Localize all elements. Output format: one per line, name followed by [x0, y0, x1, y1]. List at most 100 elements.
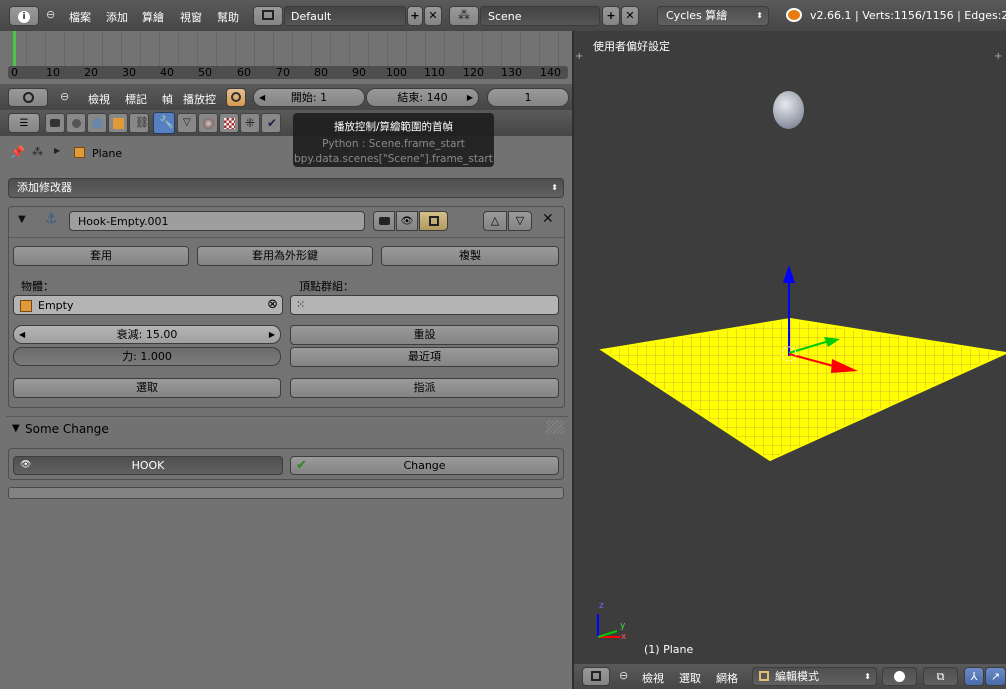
render-engine-selector[interactable]: Cycles 算繪 ⬍: [657, 6, 769, 26]
tab-render-layers[interactable]: [66, 113, 86, 133]
tab-scene[interactable]: [87, 113, 107, 133]
menu-add[interactable]: 添加: [106, 9, 128, 25]
move-down-button[interactable]: ▽: [508, 211, 532, 231]
scene-icon-button[interactable]: ⁂: [449, 6, 479, 26]
vertex-group-field[interactable]: ⁙: [290, 295, 559, 315]
tab-data[interactable]: ▽: [177, 113, 197, 133]
arrow-right-icon: ▶: [268, 330, 275, 339]
clear-icon[interactable]: ⊗: [267, 297, 278, 312]
timeline-menu-playback[interactable]: 播放控: [183, 91, 216, 107]
pivot-selector[interactable]: ⧉: [923, 667, 958, 686]
tab-particles[interactable]: ⁜: [240, 113, 260, 133]
3d-viewport[interactable]: 使用者偏好設定 + + z y x (1) Plane: [574, 31, 1006, 664]
properties-editor-type-button[interactable]: ☰: [8, 113, 40, 133]
layout-selector[interactable]: Default: [284, 6, 406, 26]
pin-icon[interactable]: 📌: [10, 145, 25, 159]
mode-selector[interactable]: 編輯模式 ⬍: [752, 667, 877, 686]
reset-button[interactable]: 重設: [290, 325, 559, 345]
tab-constraints[interactable]: ⛓: [129, 113, 149, 133]
add-scene-button[interactable]: +: [602, 6, 620, 26]
checkmark-icon: ✔: [296, 458, 307, 473]
panel-drag-handle[interactable]: [546, 420, 564, 434]
hook-button[interactable]: 👁 HOOK: [13, 456, 283, 475]
tab-physics[interactable]: ✔: [261, 113, 281, 133]
falloff-field[interactable]: ◀ 衰減: 15.00 ▶: [13, 325, 281, 344]
timeline-menu-view[interactable]: 檢視: [88, 91, 110, 107]
cube-icon: [74, 147, 85, 158]
apply-as-shape-button[interactable]: 套用為外形鍵: [197, 246, 373, 266]
apply-button[interactable]: 套用: [13, 246, 189, 266]
select-button[interactable]: 選取: [13, 378, 281, 398]
close-icon[interactable]: ✕: [542, 211, 554, 227]
current-frame-field[interactable]: 1: [487, 88, 569, 107]
render-toggle-button[interactable]: [373, 211, 395, 231]
menu-render[interactable]: 算繪: [142, 9, 164, 25]
delete-scene-button[interactable]: ✕: [621, 6, 639, 26]
timeline-grid: [8, 31, 568, 66]
translate-manipulator-button[interactable]: ↗: [985, 667, 1006, 686]
add-modifier-dropdown[interactable]: 添加修改器 ⬍: [8, 178, 564, 198]
menu-help[interactable]: 幫助: [217, 9, 239, 25]
viewport-toggle-button[interactable]: 👁: [396, 211, 418, 231]
tab-material[interactable]: [198, 113, 218, 133]
mesh-plane[interactable]: [574, 31, 1006, 664]
tick-label: 0: [11, 66, 18, 79]
collapse-menu-icon[interactable]: ⊖: [619, 669, 628, 682]
tab-render[interactable]: [45, 113, 65, 133]
change-button[interactable]: ✔ Change: [290, 456, 559, 475]
viewport-menu-mesh[interactable]: 網格: [716, 670, 738, 686]
move-up-button[interactable]: △: [483, 211, 507, 231]
viewport-editor-type-button[interactable]: [582, 667, 610, 686]
force-slider[interactable]: 力: 1.000: [13, 347, 281, 366]
tooltip-title: 播放控制/算繪範圍的首幀: [333, 121, 454, 133]
start-frame-field[interactable]: ◀ 開始: 1: [253, 88, 365, 107]
some-change-box: 👁 HOOK ✔ Change: [8, 448, 564, 480]
delete-layout-button[interactable]: ✕: [424, 6, 442, 26]
mesh-plane-faces[interactable]: [599, 317, 1006, 462]
object-field[interactable]: Empty ⊗: [13, 295, 283, 315]
tick-label: 70: [276, 66, 290, 79]
assign-button[interactable]: 指派: [290, 378, 559, 398]
editor-type-button[interactable]: i: [9, 6, 39, 26]
timeline-menu-frame[interactable]: 幀: [162, 91, 173, 107]
add-layout-button[interactable]: +: [407, 6, 423, 26]
layout-icon-button[interactable]: [253, 6, 283, 26]
copy-button[interactable]: 複製: [381, 246, 559, 266]
scene-selector[interactable]: Scene: [480, 6, 600, 26]
timeline-menu-marker[interactable]: 標記: [125, 91, 147, 107]
editmode-toggle-button[interactable]: [419, 211, 448, 231]
view-axis-y-label: y: [620, 621, 626, 631]
panel-divider: [6, 416, 568, 417]
viewport-menu-select[interactable]: 選取: [679, 670, 701, 686]
camera-icon: [50, 119, 60, 127]
recenter-button[interactable]: 最近項: [290, 347, 559, 367]
tab-texture[interactable]: [219, 113, 239, 133]
tooltip-path: bpy.data.scenes["Scene"].frame_start: [294, 153, 493, 165]
solid-shading-icon: [894, 671, 905, 682]
manipulator-toggle-button[interactable]: ⅄: [964, 667, 984, 686]
timeline-editor-type-button[interactable]: [8, 88, 48, 107]
collapse-menu-icon[interactable]: ⊖: [46, 8, 55, 21]
object-label: 物體：: [21, 280, 54, 293]
tick-label: 110: [424, 66, 445, 79]
end-frame-field[interactable]: 結束: 140 ▶: [366, 88, 479, 107]
panel-title[interactable]: Some Change: [25, 422, 109, 436]
tab-modifiers[interactable]: 🔧: [153, 112, 175, 134]
chevron-right-icon: ▶: [54, 146, 61, 155]
menu-window[interactable]: 視窗: [180, 9, 202, 25]
camera-icon: [378, 217, 390, 225]
viewport-menu-view[interactable]: 檢視: [642, 670, 664, 686]
cube-icon: [20, 300, 32, 312]
properties-icon: ☰: [19, 118, 29, 129]
tick-label: 100: [386, 66, 407, 79]
panel-collapse-icon[interactable]: ▼: [12, 423, 20, 434]
preview-range-button[interactable]: [226, 88, 246, 107]
z-axis-arrowhead[interactable]: [783, 265, 795, 283]
menu-file[interactable]: 檔案: [69, 9, 91, 25]
tick-label: 40: [160, 66, 174, 79]
collapse-menu-icon[interactable]: ⊖: [60, 90, 69, 103]
collapse-triangle-icon[interactable]: ▼: [18, 214, 26, 225]
shading-selector[interactable]: [882, 667, 917, 686]
modifier-name-input[interactable]: Hook-Empty.001: [69, 211, 365, 231]
tab-object[interactable]: [108, 113, 128, 133]
